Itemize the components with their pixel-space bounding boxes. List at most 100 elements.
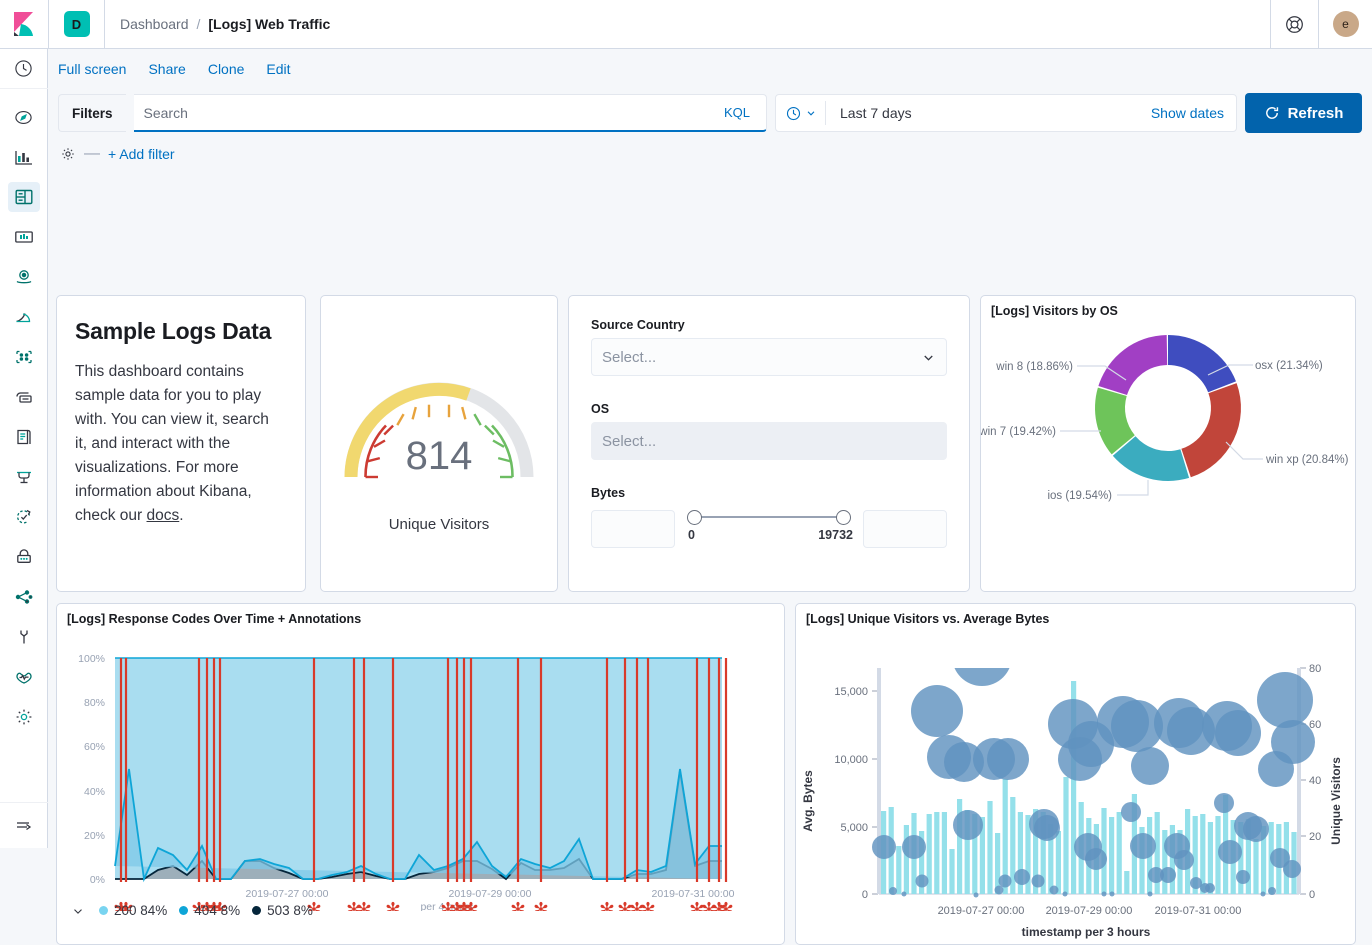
bytes-min-input[interactable] [591, 510, 675, 548]
sidebar-item-visualize[interactable] [0, 137, 48, 177]
add-filter-button[interactable]: + Add filter [108, 146, 175, 162]
refresh-label: Refresh [1288, 105, 1344, 122]
share-button[interactable]: Share [148, 61, 185, 89]
gear-icon [8, 702, 40, 732]
filters-button[interactable]: Filters [58, 94, 126, 132]
help-lifebuoy-icon[interactable] [1270, 0, 1318, 48]
sidebar-item-canvas[interactable] [0, 217, 48, 257]
gauge-visualization[interactable]: 814 [339, 347, 539, 492]
pie-label-osx: osx (21.34%) [1255, 360, 1323, 372]
uptime-icon [8, 462, 40, 492]
date-range-value[interactable]: Last 7 days [834, 105, 1143, 121]
legend-item-404[interactable]: 404 8% [179, 903, 240, 918]
quick-select-button[interactable] [786, 101, 826, 125]
breadcrumb-separator: / [197, 16, 201, 32]
svg-text:15,000: 15,000 [834, 686, 868, 698]
y2-axis-title: Unique Visitors [1329, 757, 1343, 845]
svg-text:20: 20 [1309, 831, 1321, 843]
response-codes-chart[interactable]: 100%80%60% 40%20%0% [57, 626, 784, 911]
sidebar-item-security[interactable] [0, 537, 48, 577]
visitors-by-os-chart[interactable]: osx (21.34%) win xp (20.84%) ios (19.54%… [981, 318, 1355, 586]
sidebar-item-infrastructure[interactable] [0, 337, 48, 377]
chevron-down-icon [805, 107, 817, 119]
legend-toggle-icon[interactable] [71, 904, 85, 918]
bytes-max-label: 19732 [818, 528, 853, 542]
sidebar-item-dev-tools[interactable] [0, 577, 48, 617]
source-country-select[interactable]: Select... [591, 338, 947, 376]
avatar-cell[interactable]: e [1318, 0, 1372, 48]
panel-unique-visitors-gauge: 814 Unique Visitors [320, 295, 558, 592]
chevron-down-icon [921, 350, 936, 365]
response-codes-y-axis: 100%80%60% 40%20%0% [78, 653, 105, 886]
slider-knob-min[interactable] [687, 510, 702, 525]
sidebar-item-discover[interactable] [0, 97, 48, 137]
panel-input-controls: Source Country Select... OS Select... By… [568, 295, 970, 592]
show-dates-button[interactable]: Show dates [1151, 105, 1224, 121]
clock-icon [786, 106, 801, 121]
refresh-button[interactable]: Refresh [1245, 93, 1362, 133]
markdown-body: This dashboard contains sample data for … [75, 360, 285, 528]
top-bar: D Dashboard / [Logs] Web Traffic e [0, 0, 1372, 49]
canvas-icon [8, 222, 40, 252]
pie-label-win-8: win 8 (18.86%) [995, 361, 1073, 373]
slice-osx[interactable] [1168, 335, 1236, 392]
sidebar-item-apm[interactable] [0, 417, 48, 457]
svg-text:2019-07-27 00:00: 2019-07-27 00:00 [938, 905, 1025, 917]
filter-bar-dash: — [84, 145, 100, 163]
source-country-placeholder: Select... [602, 349, 656, 366]
visitors-by-os-title: [Logs] Visitors by OS [981, 296, 1355, 318]
svg-text:✻: ✻ [385, 900, 401, 911]
breadcrumb-dashboard[interactable]: Dashboard [120, 16, 189, 32]
date-picker[interactable]: Last 7 days Show dates [775, 94, 1237, 132]
slice-win-8[interactable] [1098, 335, 1167, 395]
legend-item-503[interactable]: 503 8% [252, 903, 313, 918]
legend-label-404: 404 8% [194, 903, 240, 918]
search-input[interactable] [144, 105, 714, 121]
legend-item-200[interactable]: 200 84% [99, 903, 167, 918]
legend-dot-404 [179, 906, 188, 915]
collapse-nav-icon[interactable] [0, 802, 48, 848]
space-badge[interactable]: D [64, 11, 90, 37]
breadcrumb-current: [Logs] Web Traffic [208, 16, 330, 32]
sidebar-item-recently-viewed[interactable] [0, 49, 48, 89]
slider-track [695, 516, 843, 518]
legend-label-200: 200 84% [114, 903, 167, 918]
ml-wave-icon [8, 302, 40, 332]
avatar[interactable]: e [1333, 11, 1359, 37]
sidebar-item-management[interactable] [0, 617, 48, 657]
svg-text:✻: ✻ [599, 900, 615, 911]
clone-button[interactable]: Clone [208, 61, 245, 89]
slider-knob-max[interactable] [836, 510, 851, 525]
edit-button[interactable]: Edit [266, 61, 290, 89]
dashboard-menu-bar: Full screen Share Clone Edit [48, 49, 1372, 89]
sidebar-item-settings[interactable] [0, 697, 48, 737]
bytes-max-input[interactable] [863, 510, 947, 548]
kql-button[interactable]: KQL [714, 105, 760, 120]
sidebar-item-machine-learning[interactable] [0, 297, 48, 337]
bytes-slider[interactable]: 0 19732 [685, 506, 853, 552]
os-select[interactable]: Select... [591, 422, 947, 460]
gear-icon[interactable] [60, 146, 76, 162]
search-bar[interactable]: KQL [134, 94, 767, 132]
svg-text:✻: ✻ [356, 900, 372, 911]
sidebar-item-uptime[interactable] [0, 457, 48, 497]
space-badge-cell[interactable]: D [49, 0, 105, 48]
bytes-min-label: 0 [688, 528, 695, 542]
sidebar-item-dashboard[interactable] [0, 177, 48, 217]
slice-win-xp[interactable] [1181, 383, 1241, 477]
full-screen-button[interactable]: Full screen [58, 61, 126, 89]
legend-dot-503 [252, 906, 261, 915]
visitors-vs-bytes-chart[interactable]: Avg. Bytes Unique Visitors timestamp per… [796, 626, 1355, 944]
dashboard-icon [8, 182, 40, 212]
markdown-body-text: This dashboard contains sample data for … [75, 363, 269, 524]
sidebar-item-maps[interactable] [0, 257, 48, 297]
response-codes-title: [Logs] Response Codes Over Time + Annota… [57, 604, 784, 626]
sidebar-item-monitoring[interactable] [0, 657, 48, 697]
svg-text:100%: 100% [78, 653, 105, 665]
svg-text:0: 0 [862, 889, 868, 901]
svg-text:2019-07-31 00:00: 2019-07-31 00:00 [1155, 905, 1242, 917]
sidebar-item-siem[interactable] [0, 497, 48, 537]
kibana-logo[interactable] [0, 0, 49, 48]
sidebar-item-logs[interactable] [0, 377, 48, 417]
docs-link[interactable]: docs [147, 507, 180, 524]
